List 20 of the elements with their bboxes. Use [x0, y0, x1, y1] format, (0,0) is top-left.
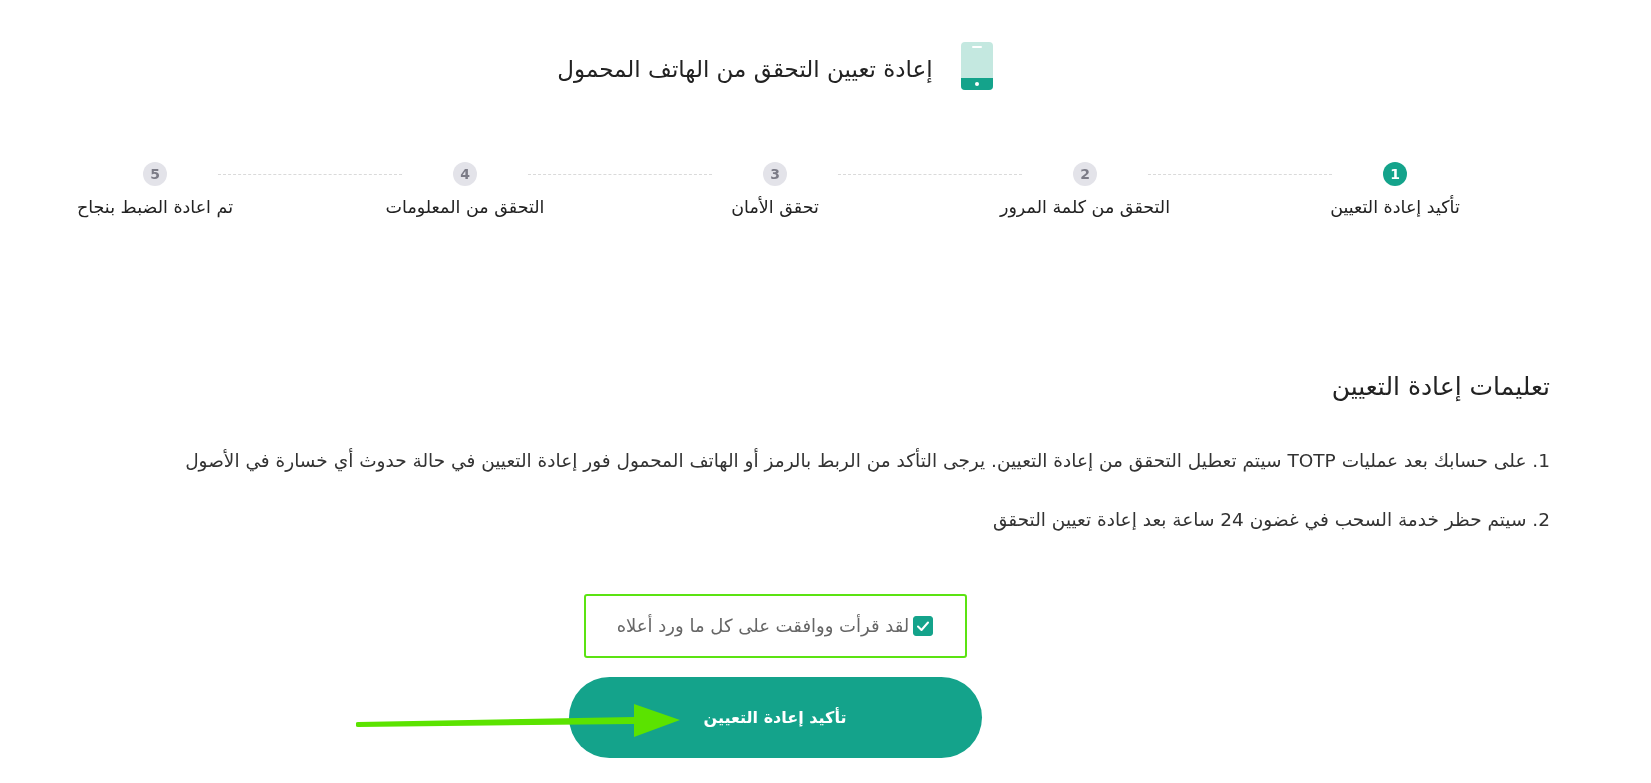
checkbox-label[interactable]: لقد قرأت ووافقت على كل ما ورد أعلاه: [616, 613, 910, 639]
checkbox[interactable]: [913, 616, 934, 636]
confirm-button[interactable]: تأكيد إعادة التعيين: [568, 677, 982, 758]
step-label: التحقق من كلمة المرور: [999, 196, 1171, 219]
check-icon: [917, 621, 930, 631]
step-number: 2: [1073, 162, 1097, 186]
instruction-text: 2. سيتم حظر خدمة السحب في غضون 24 ساعة بعد إعادة تعيين التحقق: [991, 508, 1550, 533]
step-number: 3: [763, 162, 787, 186]
phone-icon: [960, 42, 993, 90]
step-label: التحقق من المعلومات: [385, 196, 545, 219]
section-heading: تعليمات إعادة التعيين: [1330, 371, 1550, 404]
step-number: 5: [143, 162, 167, 186]
page-title: إعادة تعيين التحقق من الهاتف المحمول: [557, 54, 933, 85]
instruction-text: 1. على حسابك بعد عمليات TOTP سيتم تعطيل التحقق من إعادة التعيين. يرجى التأكد من الربط بالرمز أو الهاتف المحمول فور إعادة التعيين في حالة حدوث أي خسارة في الأصول: [184, 447, 1550, 474]
step-number: 4: [453, 162, 477, 186]
step-label: تم اعادة الضبط بنجاح: [76, 196, 234, 219]
step-label: تأكيد إعادة التعيين: [1330, 195, 1460, 219]
arrow-icon: [356, 704, 680, 737]
step-label: تحقق الأمان: [731, 195, 819, 219]
step-number: 1: [1383, 162, 1407, 186]
